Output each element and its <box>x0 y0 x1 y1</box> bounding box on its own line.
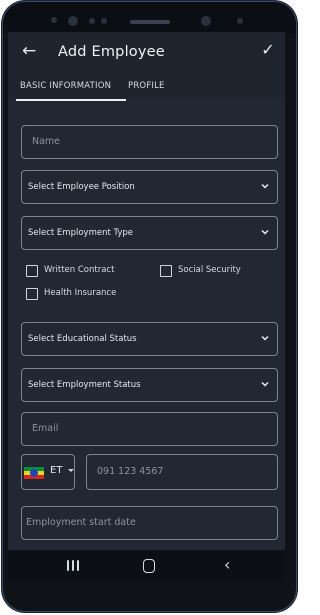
educational-status-label: Select Educational Status <box>28 334 137 344</box>
home-icon[interactable] <box>143 559 155 573</box>
phone-placeholder: 091 123 4567 <box>97 466 164 477</box>
sensor-icon <box>51 17 57 23</box>
written-contract-checkbox[interactable]: Written Contract <box>26 265 136 279</box>
country-code-picker[interactable]: ET <box>21 454 75 490</box>
tab-basic-information[interactable]: BASIC INFORMATION <box>20 81 111 91</box>
active-tab-indicator <box>16 99 126 101</box>
employee-position-label: Select Employee Position <box>28 182 135 192</box>
employee-position-select[interactable]: Select Employee Position <box>21 170 278 204</box>
health-insurance-label: Health Insurance <box>44 288 117 298</box>
sensor-icon <box>237 18 243 24</box>
app-screen: ← Add Employee ✓ BASIC INFORMATION PROFI… <box>8 32 285 550</box>
ethiopia-flag-icon <box>24 467 44 479</box>
chevron-down-icon <box>261 380 269 388</box>
arrow-left-icon[interactable]: ← <box>22 42 40 60</box>
name-placeholder: Name <box>32 136 61 147</box>
tab-bar: BASIC INFORMATION PROFILE <box>8 74 285 100</box>
chevron-down-icon <box>261 182 269 190</box>
social-security-checkbox[interactable]: Social Security <box>160 265 270 279</box>
tab-profile[interactable]: PROFILE <box>128 81 165 91</box>
social-security-label: Social Security <box>178 265 241 275</box>
employment-type-select[interactable]: Select Employment Type <box>21 216 278 250</box>
system-nav-bar: ‹ <box>8 551 285 581</box>
sensor-icon <box>89 18 95 24</box>
name-field[interactable]: Name <box>21 125 278 159</box>
employment-status-select[interactable]: Select Employment Status <box>21 368 278 402</box>
email-placeholder: Email <box>32 423 59 434</box>
checkbox-box <box>26 288 38 300</box>
email-field[interactable]: Email <box>21 412 278 446</box>
phone-number-field[interactable]: 091 123 4567 <box>86 454 278 490</box>
front-camera-icon <box>68 16 78 26</box>
phone-number-row: ET 091 123 4567 <box>21 454 278 490</box>
earpiece-speaker <box>130 20 170 24</box>
front-camera-icon <box>201 16 211 26</box>
sensor-icon <box>101 18 107 24</box>
employment-type-label: Select Employment Type <box>28 228 134 238</box>
written-contract-label: Written Contract <box>44 265 115 275</box>
check-icon[interactable]: ✓ <box>259 41 277 59</box>
app-bar: ← Add Employee ✓ <box>8 32 285 74</box>
employment-status-label: Select Employment Status <box>28 380 141 390</box>
employment-start-date-field[interactable]: Employment start date <box>21 506 278 540</box>
checkbox-box <box>160 265 172 277</box>
recent-apps-icon[interactable] <box>66 560 80 572</box>
caret-down-icon <box>68 469 74 472</box>
checkbox-box <box>26 265 38 277</box>
country-code: ET <box>50 465 63 476</box>
chevron-down-icon <box>261 228 269 236</box>
chevron-down-icon <box>261 334 269 342</box>
page-title: Add Employee <box>58 44 165 60</box>
health-insurance-checkbox[interactable]: Health Insurance <box>26 288 136 302</box>
status-bar <box>3 2 296 34</box>
educational-status-select[interactable]: Select Educational Status <box>21 322 278 356</box>
start-date-placeholder: Employment start date <box>26 517 136 528</box>
back-nav-icon[interactable]: ‹ <box>224 556 230 574</box>
